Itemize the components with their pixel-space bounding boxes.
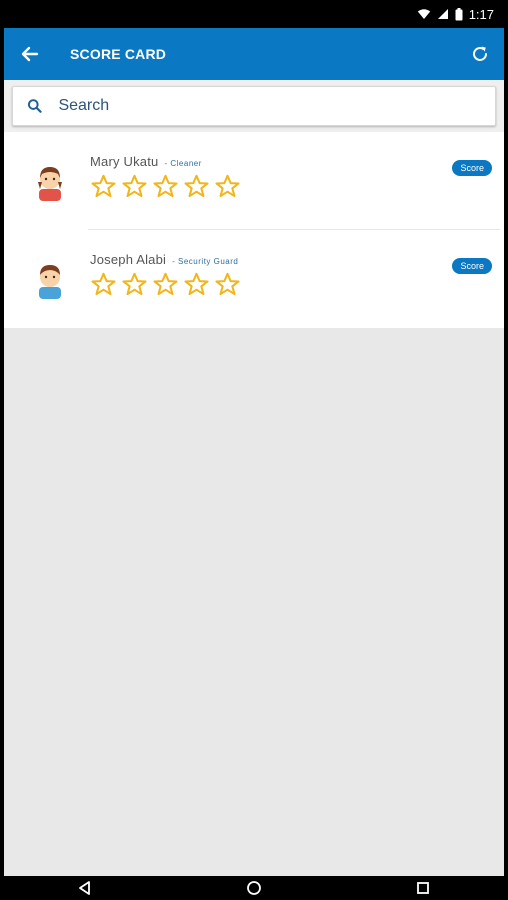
- nav-recents-button[interactable]: [403, 876, 443, 900]
- content-area: Mary Ukatu Cleaner Score: [4, 80, 504, 876]
- star-outline-icon[interactable]: [183, 173, 210, 200]
- avatar-female-icon: [28, 158, 72, 202]
- star-outline-icon[interactable]: [214, 271, 241, 298]
- triangle-back-icon: [78, 881, 90, 895]
- employee-info: Mary Ukatu Cleaner: [90, 154, 241, 200]
- star-outline-icon[interactable]: [121, 173, 148, 200]
- system-nav-bar: [0, 876, 508, 900]
- star-outline-icon[interactable]: [152, 271, 179, 298]
- circle-home-icon: [247, 881, 261, 895]
- back-button[interactable]: [4, 28, 56, 80]
- employee-name: Mary Ukatu: [90, 154, 159, 169]
- square-recents-icon: [417, 882, 430, 894]
- star-outline-icon[interactable]: [90, 271, 117, 298]
- search-container: [4, 80, 504, 132]
- arrow-left-icon: [21, 46, 39, 62]
- device-frame: 1:17 SCORE CARD Search Mary Ukatu - Clea…: [0, 0, 508, 900]
- employee-list: Mary Ukatu Cleaner Score: [4, 132, 504, 328]
- list-item[interactable]: Joseph Alabi Security Guard Score: [4, 230, 504, 328]
- employee-role: Security Guard: [172, 257, 238, 266]
- list-item[interactable]: Mary Ukatu Cleaner Score: [4, 132, 504, 230]
- employee-info: Joseph Alabi Security Guard: [90, 252, 241, 298]
- nav-home-button[interactable]: [234, 876, 274, 900]
- search-icon: [27, 99, 42, 113]
- app-bar: SCORE CARD: [4, 28, 504, 80]
- signal-icon: [437, 8, 449, 20]
- score-button[interactable]: Score: [452, 160, 492, 176]
- employee-role: Cleaner: [164, 159, 201, 168]
- wifi-icon: [417, 8, 431, 20]
- rating-stars: [90, 173, 241, 200]
- refresh-button[interactable]: [456, 28, 504, 80]
- star-outline-icon[interactable]: [214, 173, 241, 200]
- rating-stars: [90, 271, 241, 298]
- refresh-icon: [473, 46, 487, 61]
- status-bar: 1:17: [4, 0, 504, 28]
- search-input[interactable]: [42, 87, 495, 125]
- star-outline-icon[interactable]: [90, 173, 117, 200]
- battery-icon: [455, 7, 463, 21]
- star-outline-icon[interactable]: [152, 173, 179, 200]
- name-line: Joseph Alabi Security Guard: [90, 252, 241, 267]
- avatar-male-icon: [28, 256, 72, 300]
- name-line: Mary Ukatu Cleaner: [90, 154, 241, 169]
- employee-name: Joseph Alabi: [90, 252, 167, 267]
- star-outline-icon[interactable]: [183, 271, 210, 298]
- star-outline-icon[interactable]: [121, 271, 148, 298]
- status-time: 1:17: [468, 6, 494, 22]
- page-title: SCORE CARD: [70, 46, 167, 62]
- search-box[interactable]: [12, 86, 496, 126]
- score-button[interactable]: Score: [452, 258, 492, 274]
- nav-back-button[interactable]: [65, 876, 105, 900]
